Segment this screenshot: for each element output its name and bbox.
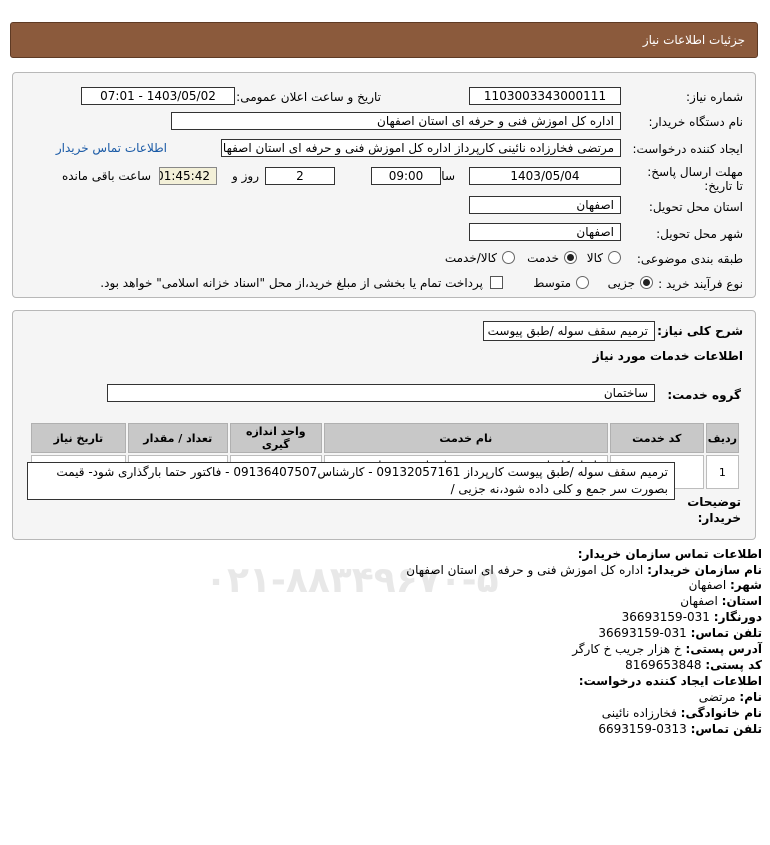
col-unit: واحد اندازه گیری — [229, 423, 322, 453]
creator-label: ایجاد کننده درخواست: — [632, 142, 743, 156]
services-table-header: ردیف کد خدمت نام خدمت واحد اندازه گیری ت… — [31, 423, 739, 453]
province-label: استان محل تحویل: — [648, 200, 743, 214]
creator-info-title: اطلاعات ایجاد کننده درخواست: — [578, 674, 762, 688]
process-medium-radio[interactable] — [576, 276, 589, 289]
days-label: روز و — [232, 169, 259, 183]
creator-family: نام خانوادگی: فخارزاده نائینی — [601, 706, 762, 720]
service-group-label: گروه خدمت: — [667, 388, 741, 402]
category-goods-label: کالا — [586, 251, 603, 265]
summary-field: ترمیم سقف سوله /طبق پیوست — [483, 321, 655, 341]
col-date: تاریخ نیاز — [31, 423, 126, 453]
col-code: کد خدمت — [609, 423, 704, 453]
process-medium-label: متوسط — [533, 276, 571, 290]
contact-postal: کد پستی: 8169653848 — [625, 658, 762, 672]
remaining-time-field: 01:45:42 — [159, 167, 217, 185]
contact-fax: دورنگار: 031-36693159 — [621, 610, 762, 624]
contact-province: استان: اصفهان — [680, 594, 762, 608]
buyer-contact-link[interactable]: اطلاعات تماس خریدار — [56, 141, 167, 155]
category-service-radio[interactable] — [564, 251, 577, 264]
process-minor-radio[interactable] — [640, 276, 653, 289]
need-number-label: شماره نیاز: — [686, 90, 743, 104]
days-field: 2 — [265, 167, 335, 185]
buyer-notes-field: ترمیم سقف سوله /طبق پیوست کارپرداز 09132… — [27, 462, 675, 500]
deadline-time-field: 09:00 — [371, 167, 441, 185]
creator-field: مرتضی فخارزاده نائینی کارپرداز اداره کل … — [221, 139, 621, 157]
services-panel: شرح کلی نیاز: ترمیم سقف سوله /طبق پیوست … — [12, 310, 756, 540]
category-both-radio[interactable] — [502, 251, 515, 264]
page-header: جزئیات اطلاعات نیاز — [10, 22, 758, 58]
page-title: جزئیات اطلاعات نیاز — [642, 33, 745, 47]
contact-address: آدرس پستی: خ هزار جریب خ کارگر — [572, 642, 762, 656]
category-label: طبقه بندی موضوعی: — [636, 252, 743, 266]
services-section-title: اطلاعات خدمات مورد نیاز — [592, 349, 743, 363]
contact-title: اطلاعات تماس سازمان خریدار: — [577, 547, 762, 561]
col-qty: تعداد / مقدار — [127, 423, 228, 453]
treasury-payment-note: پرداخت تمام یا بخشی از مبلغ خرید،از محل … — [100, 276, 483, 290]
announce-label: تاریخ و ساعت اعلان عمومی: — [236, 90, 381, 104]
contact-phone: تلفن تماس: 031-36693159 — [598, 626, 762, 640]
buyer-org-field: اداره کل اموزش فنی و حرفه ای استان اصفها… — [171, 112, 621, 130]
creator-phone: تلفن تماس: 0313-6693159 — [598, 722, 762, 736]
summary-label: شرح کلی نیاز: — [657, 324, 743, 338]
treasury-payment-checkbox[interactable] — [490, 276, 503, 289]
col-row: ردیف — [705, 423, 739, 453]
announce-field: 1403/05/02 - 07:01 — [81, 87, 235, 105]
process-minor-label: جزیی — [607, 276, 635, 290]
category-both-label: کالا/خدمت — [444, 251, 497, 265]
buyer-org-label: نام دستگاه خریدار: — [648, 115, 744, 129]
category-service-label: خدمت — [527, 251, 559, 265]
deadline-label: مهلت ارسال پاسخ: تا تاریخ: — [647, 165, 743, 193]
city-label: شهر محل تحویل: — [656, 227, 743, 241]
creator-name: نام: مرتضی — [698, 690, 762, 704]
buyer-notes-label: توضیحات خریدار: — [687, 495, 741, 525]
process-label: نوع فرآیند خرید : — [658, 277, 743, 291]
contact-org: نام سازمان خریدار: اداره کل اموزش فنی و … — [406, 563, 762, 577]
remaining-label: ساعت باقی مانده — [61, 169, 151, 183]
need-number-field: 1103003343000111 — [469, 87, 621, 105]
service-group-field: ساختمان — [107, 384, 655, 402]
deadline-date-field: 1403/05/04 — [469, 167, 621, 185]
col-name: نام خدمت — [323, 423, 608, 453]
city-field: اصفهان — [469, 223, 621, 241]
need-info-panel: شماره نیاز: 1103003343000111 تاریخ و ساع… — [12, 72, 756, 298]
province-field: اصفهان — [469, 196, 621, 214]
contact-city: شهر: اصفهان — [688, 578, 762, 592]
category-goods-radio[interactable] — [608, 251, 621, 264]
cell-row: 1 — [705, 455, 739, 489]
